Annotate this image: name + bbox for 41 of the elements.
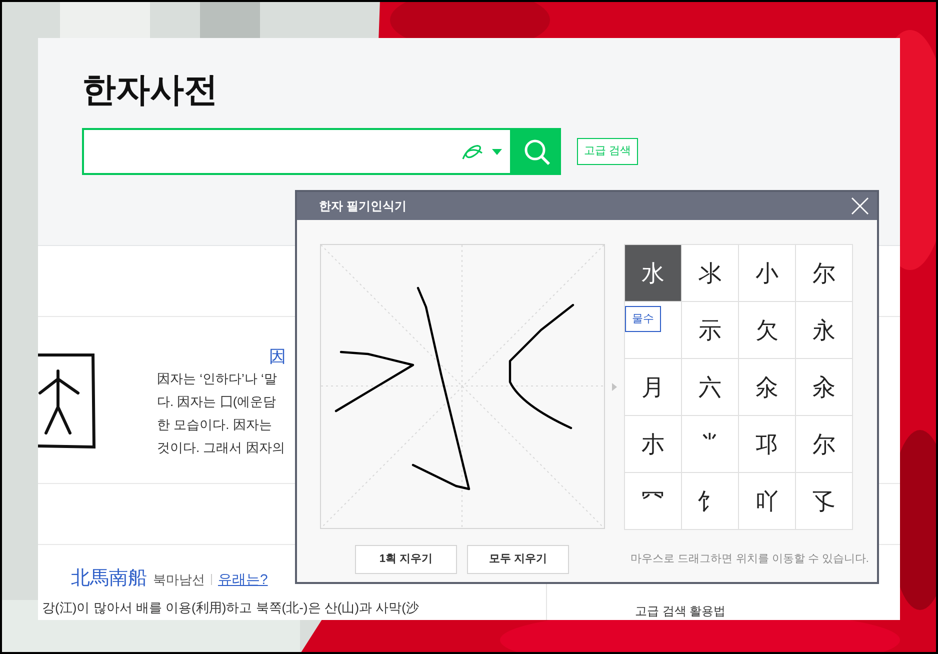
candidate-cell[interactable]: 饣 <box>682 473 739 530</box>
idiom-description: 강(江)이 많아서 배를 이용(利用)하고 북쪽(北-)은 산(山)과 사막(沙 <box>41 598 419 617</box>
arrow-icon <box>612 383 617 391</box>
dialog-title: 한자 필기인식기 <box>319 198 406 215</box>
search-button[interactable] <box>512 128 561 175</box>
candidate-cell[interactable]: 吖 <box>739 473 796 530</box>
candidate-cell[interactable]: 六 <box>682 359 739 416</box>
candidate-cell[interactable]: 孓 <box>796 473 853 530</box>
candidate-cell[interactable]: 欠 <box>739 302 796 359</box>
entry-text-line: 것이다. 그래서 因자의 <box>157 439 285 457</box>
erase-button[interactable]: 모두 지우기 <box>467 545 569 574</box>
entry-text-line: 한 모습이다. 因자는 <box>157 416 272 434</box>
origin-link[interactable]: 유래는? <box>218 569 268 590</box>
candidate-cell[interactable]: 朩 <box>625 416 682 473</box>
search-icon <box>522 138 550 166</box>
erase-button[interactable]: 1획 지우기 <box>355 545 457 574</box>
candidate-cell[interactable]: 氺 <box>682 245 739 302</box>
candidate-cell[interactable]: 水 <box>625 245 682 302</box>
candidate-cell[interactable]: 示 <box>682 302 739 359</box>
page-title: 한자사전 <box>82 70 218 111</box>
search-field[interactable] <box>82 128 512 175</box>
candidate-cell[interactable]: ⺌ <box>682 416 739 473</box>
candidate-cell[interactable]: 尔 <box>796 245 853 302</box>
close-icon[interactable] <box>851 197 869 215</box>
advanced-search-guide[interactable]: 고급 검색 활용법 <box>635 602 726 620</box>
candidate-cell[interactable]: 邛 <box>739 416 796 473</box>
caret-icon[interactable] <box>492 148 502 154</box>
entry-text-line: 因자는 ‘인하다’나 ‘말 <box>157 370 277 388</box>
candidate-cell[interactable]: 永 <box>796 302 853 359</box>
candidate-cell[interactable]: 汆 <box>796 359 853 416</box>
drag-hint: 마우스로 드래그하면 위치를 이동할 수 있습니다. <box>630 552 869 568</box>
idiom-hanja[interactable]: 北馬南船 <box>71 565 147 594</box>
entry-heading[interactable]: 因 <box>269 347 286 367</box>
candidate-cell[interactable]: 氽 <box>739 359 796 416</box>
entry-text-line: 다. 因자는 囗(에운담 <box>157 393 276 411</box>
candidate-cell[interactable]: 尔 <box>796 416 853 473</box>
candidate-cell[interactable]: 月 <box>625 359 682 416</box>
candidate-cell[interactable]: 小 <box>739 245 796 302</box>
tooltip: 물수 <box>625 306 661 332</box>
idiom-reading: 북마남선 <box>153 571 205 589</box>
candidate-cell[interactable]: ⺳ <box>625 473 682 530</box>
